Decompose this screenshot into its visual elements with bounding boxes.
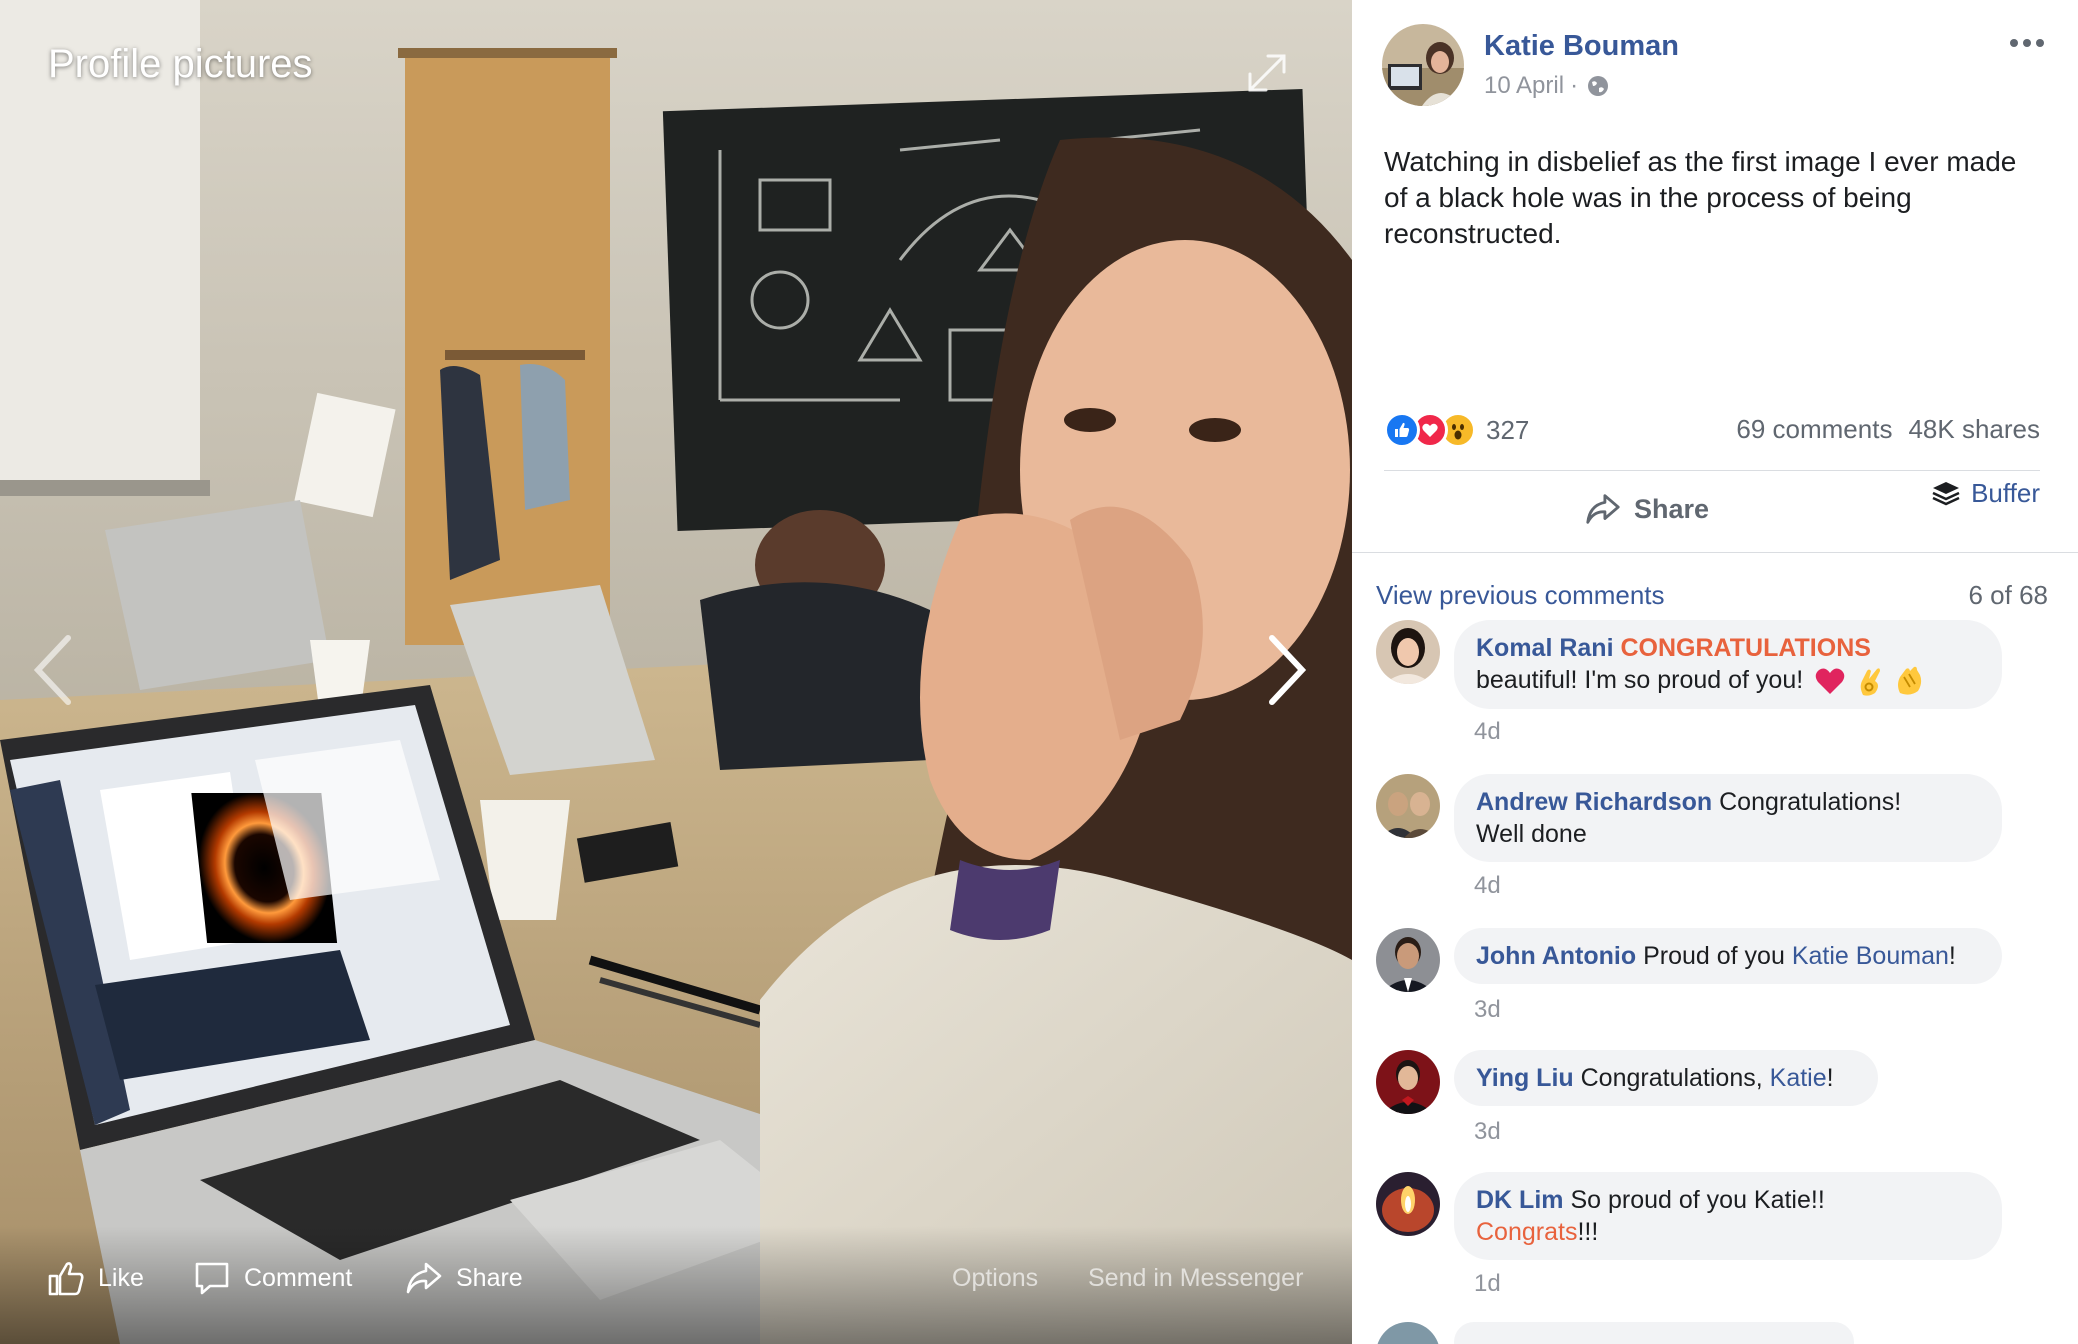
comment-bubble xyxy=(1454,1322,1854,1344)
photo-viewer: Profile pictures Like Comment Share Opti… xyxy=(0,0,1352,1344)
comment-button[interactable]: Comment xyxy=(192,1258,352,1298)
comment-bubble: Andrew Richardson Congratulations! Well … xyxy=(1454,774,2002,862)
post-stats: 69 comments 48K shares xyxy=(1736,414,2040,445)
options-link[interactable]: Options xyxy=(952,1264,1038,1293)
comments-page-count: 6 of 68 xyxy=(1968,580,2048,610)
comment-text: So proud of you Katie!! xyxy=(1570,1186,1825,1214)
buffer-stack-icon xyxy=(1932,481,1960,505)
commenter-avatar[interactable] xyxy=(1376,1172,1440,1236)
author-avatar[interactable] xyxy=(1382,24,1464,106)
comment-text-line2: Well done xyxy=(1476,820,1587,848)
buffer-button[interactable]: Buffer xyxy=(1931,478,2040,509)
comment-icon xyxy=(195,1262,229,1295)
more-options-icon[interactable] xyxy=(2002,30,2052,56)
commenter-name[interactable]: John Antonio xyxy=(1476,942,1636,970)
comment-timestamp[interactable]: 4d xyxy=(1474,718,1501,746)
photo xyxy=(0,0,1352,1344)
reactions-summary[interactable]: 327 xyxy=(1384,410,1529,450)
comment-item: Komal Rani CONGRATULATIONS beautiful! I'… xyxy=(1376,620,2066,750)
thumbs-up-icon xyxy=(48,1262,84,1296)
send-in-messenger-link[interactable]: Send in Messenger xyxy=(1088,1264,1303,1293)
post-date[interactable]: 10 April xyxy=(1484,72,1564,100)
comment-label: Comment xyxy=(244,1263,353,1292)
red-heart-icon xyxy=(1815,668,1845,695)
post-meta: 10 April · xyxy=(1484,72,1610,100)
comment-text: beautiful! I'm so proud of you! xyxy=(1476,666,1804,694)
commenter-avatar[interactable] xyxy=(1376,1322,1440,1344)
comment-suffix: ! xyxy=(1948,942,1956,970)
comment-suffix: ! xyxy=(1826,1064,1834,1092)
comment-suffix: !!! xyxy=(1577,1218,1599,1246)
comment-text: Congratulations! xyxy=(1719,788,1902,816)
share-arrow-icon xyxy=(1586,494,1620,524)
next-photo-icon[interactable] xyxy=(1256,630,1316,710)
comment-timestamp[interactable]: 3d xyxy=(1474,1118,1501,1146)
comment-mention[interactable]: Katie xyxy=(1770,1064,1827,1092)
comment-item: John Antonio Proud of you Katie Bouman! … xyxy=(1376,928,2066,1028)
commenter-avatar[interactable] xyxy=(1376,1050,1440,1114)
comment-item: DK Lim So proud of you Katie!! Congrats!… xyxy=(1376,1172,2066,1302)
post-text: Watching in disbelief as the first image… xyxy=(1384,146,2017,249)
like-reaction-icon xyxy=(1384,412,1420,448)
clapping-hands-icon xyxy=(1898,667,1922,695)
comment-bubble: Ying Liu Congratulations, Katie! xyxy=(1454,1050,1878,1106)
comment-highlight-text: Congrats xyxy=(1476,1218,1578,1246)
ok-hand-icon xyxy=(1860,668,1881,697)
comment-bubble: John Antonio Proud of you Katie Bouman! xyxy=(1454,928,2002,984)
buffer-label: Buffer xyxy=(1971,478,2040,508)
globe-icon xyxy=(1588,76,1609,96)
expand-icon[interactable] xyxy=(1244,50,1290,96)
commenter-name[interactable]: Ying Liu xyxy=(1476,1064,1574,1092)
meta-separator: · xyxy=(1570,72,1579,99)
post-share-label: Share xyxy=(1634,493,1710,524)
divider xyxy=(1384,470,2040,471)
comment-highlight-text: CONGRATULATIONS xyxy=(1620,634,1871,662)
album-title: Profile pictures xyxy=(48,42,313,86)
shares-count[interactable]: 48K shares xyxy=(1908,414,2040,445)
like-label: Like xyxy=(98,1263,144,1292)
comment-bubble: DK Lim So proud of you Katie!! Congrats!… xyxy=(1454,1172,2002,1260)
commenter-avatar[interactable] xyxy=(1376,774,1440,838)
comment-timestamp[interactable]: 4d xyxy=(1474,872,1501,900)
post-panel: Katie Bouman 10 April · Watching in disb… xyxy=(1352,0,2078,1344)
comments-count[interactable]: 69 comments xyxy=(1736,414,1892,445)
author-name[interactable]: Katie Bouman xyxy=(1484,30,1679,63)
post-share-button[interactable]: Share xyxy=(1584,490,1709,528)
share-arrow-icon xyxy=(406,1262,442,1294)
comment-timestamp[interactable]: 3d xyxy=(1474,996,1501,1024)
comment-text: Proud of you xyxy=(1643,942,1785,970)
share-label: Share xyxy=(456,1263,523,1292)
view-previous-comments-link[interactable]: View previous comments xyxy=(1376,580,1665,611)
commenter-name[interactable]: DK Lim xyxy=(1476,1186,1564,1214)
comment-item xyxy=(1376,1322,2066,1344)
commenter-name[interactable]: Komal Rani xyxy=(1476,634,1614,662)
comment-item: Andrew Richardson Congratulations! Well … xyxy=(1376,774,2066,904)
comment-item: Ying Liu Congratulations, Katie! 3d xyxy=(1376,1050,2066,1150)
comment-mention[interactable]: Katie Bouman xyxy=(1792,942,1949,970)
commenter-avatar[interactable] xyxy=(1376,620,1440,684)
divider xyxy=(1352,552,2078,553)
commenter-name[interactable]: Andrew Richardson xyxy=(1476,788,1712,816)
previous-photo-icon[interactable] xyxy=(24,630,84,710)
comment-text: Congratulations, xyxy=(1580,1064,1763,1092)
commenter-avatar[interactable] xyxy=(1376,928,1440,992)
comment-timestamp[interactable]: 1d xyxy=(1474,1270,1501,1298)
share-button[interactable]: Share xyxy=(404,1258,523,1298)
comment-bubble: Komal Rani CONGRATULATIONS beautiful! I'… xyxy=(1454,620,2002,710)
reaction-count: 327 xyxy=(1486,414,1530,445)
like-button[interactable]: Like xyxy=(46,1258,144,1298)
